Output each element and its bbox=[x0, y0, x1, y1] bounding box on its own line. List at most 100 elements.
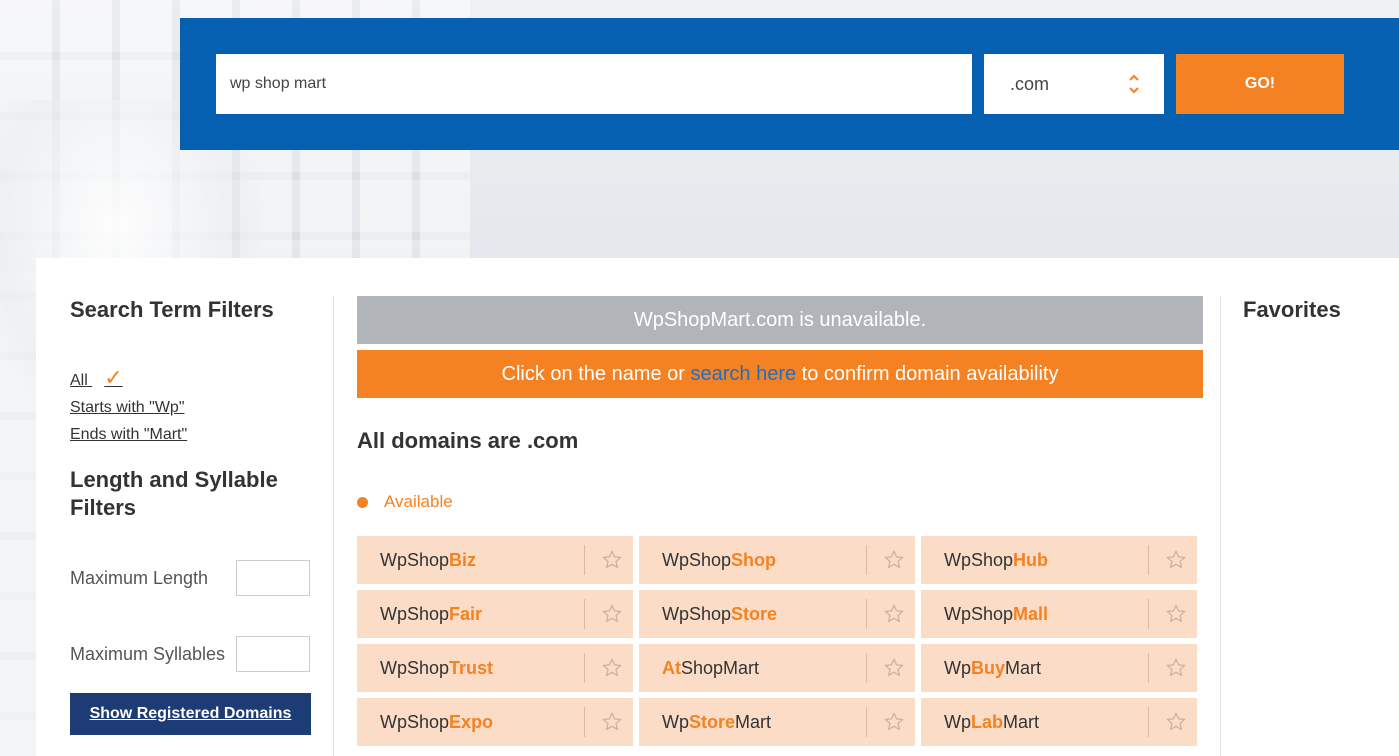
star-outline-icon[interactable] bbox=[1163, 547, 1189, 573]
max-syllables-label: Maximum Syllables bbox=[70, 643, 226, 664]
star-outline-icon[interactable] bbox=[599, 709, 625, 735]
domain-name-highlight: Hub bbox=[1013, 549, 1049, 570]
divider bbox=[866, 653, 867, 683]
length-syllable-filters-title: Length and Syllable Filters bbox=[70, 467, 278, 520]
domain-name-link[interactable]: WpShopStore bbox=[639, 604, 915, 625]
search-panel: wp shop mart .com GO! bbox=[180, 18, 1399, 150]
go-button[interactable]: GO! bbox=[1176, 54, 1344, 114]
filter-ends-with-link[interactable]: Ends with "Mart" bbox=[70, 421, 187, 448]
max-syllables-row: Maximum Syllables bbox=[70, 636, 310, 672]
star-outline-icon[interactable] bbox=[1163, 601, 1189, 627]
domain-name-link[interactable]: WpShopShop bbox=[639, 550, 915, 571]
divider bbox=[584, 599, 585, 629]
unavailable-banner: WpShopMart.com is unavailable. bbox=[357, 296, 1203, 344]
domain-name-link[interactable]: WpShopBiz bbox=[357, 550, 633, 571]
domain-name-link[interactable]: WpLabMart bbox=[921, 712, 1197, 733]
domain-name-link[interactable]: WpShopHub bbox=[921, 550, 1197, 571]
star-outline-icon[interactable] bbox=[599, 547, 625, 573]
domains-title: All domains are .com bbox=[357, 428, 579, 453]
divider bbox=[1148, 653, 1149, 683]
domain-name-prefix: Wp bbox=[662, 711, 689, 732]
search-term-filter-list: All ✓ Starts with "Wp" Ends with "Mart" bbox=[70, 364, 187, 448]
star-outline-icon[interactable] bbox=[1163, 655, 1189, 681]
domain-result-item[interactable]: AtShopMart bbox=[639, 644, 915, 692]
star-outline-icon[interactable] bbox=[599, 601, 625, 627]
domain-name-prefix: WpShop bbox=[944, 603, 1014, 624]
filter-all-label: All bbox=[70, 372, 88, 389]
domain-name-link[interactable]: WpShopMall bbox=[921, 604, 1197, 625]
domain-name-highlight: Shop bbox=[731, 549, 777, 570]
star-outline-icon[interactable] bbox=[881, 655, 907, 681]
tld-select-value: .com bbox=[1010, 73, 1050, 94]
search-term-filters-title: Search Term Filters bbox=[70, 297, 274, 322]
domain-name-link[interactable]: WpShopFair bbox=[357, 604, 633, 625]
show-registered-domains-button[interactable]: Show Registered Domains bbox=[70, 693, 311, 735]
chevron-up-down-icon bbox=[1128, 73, 1140, 95]
confirm-text-post: to confirm domain availability bbox=[796, 362, 1059, 385]
domain-result-item[interactable]: WpShopHub bbox=[921, 536, 1197, 584]
tld-select[interactable]: .com bbox=[984, 54, 1164, 114]
star-outline-icon[interactable] bbox=[881, 601, 907, 627]
legend-available-label: Available bbox=[384, 492, 453, 511]
domain-name-highlight: Mall bbox=[1013, 603, 1049, 624]
domain-name-prefix: WpShop bbox=[662, 549, 732, 570]
max-length-row: Maximum Length bbox=[70, 560, 310, 596]
star-outline-icon[interactable] bbox=[1163, 709, 1189, 735]
domain-result-item[interactable]: WpShopExpo bbox=[357, 698, 633, 746]
domain-result-item[interactable]: WpShopBiz bbox=[357, 536, 633, 584]
domain-name-link[interactable]: WpShopExpo bbox=[357, 712, 633, 733]
divider bbox=[866, 545, 867, 575]
domain-result-item[interactable]: WpShopFair bbox=[357, 590, 633, 638]
domain-name-suffix: Mart bbox=[735, 711, 772, 732]
domain-name-link[interactable]: WpStoreMart bbox=[639, 712, 915, 733]
domain-name-suffix: Mart bbox=[1005, 657, 1042, 678]
domain-name-highlight: Trust bbox=[449, 657, 494, 678]
domain-grid: WpShopBiz WpShopShop WpShopHub WpShopFair Wp… bbox=[357, 536, 1203, 746]
max-length-input[interactable] bbox=[236, 560, 310, 596]
domain-name-prefix: WpShop bbox=[380, 549, 450, 570]
domain-result-item[interactable]: WpShopStore bbox=[639, 590, 915, 638]
domain-name-prefix: WpShop bbox=[662, 603, 732, 624]
domain-name-highlight: Fair bbox=[449, 603, 483, 624]
star-outline-icon[interactable] bbox=[599, 655, 625, 681]
filter-all-link[interactable]: All ✓ bbox=[70, 364, 187, 394]
domain-name-prefix: WpShop bbox=[380, 657, 450, 678]
divider bbox=[584, 707, 585, 737]
domain-name-link[interactable]: WpBuyMart bbox=[921, 658, 1197, 679]
star-outline-icon[interactable] bbox=[881, 547, 907, 573]
domain-name-prefix: WpShop bbox=[380, 711, 450, 732]
divider bbox=[1148, 707, 1149, 737]
divider bbox=[1148, 599, 1149, 629]
domain-name-link[interactable]: WpShopTrust bbox=[357, 658, 633, 679]
favorites-sidebar: Favorites bbox=[1220, 296, 1399, 756]
search-here-link[interactable]: search here bbox=[691, 363, 797, 386]
domain-result-item[interactable]: WpShopTrust bbox=[357, 644, 633, 692]
availability-legend: Available bbox=[357, 492, 1203, 512]
domain-name-highlight: Buy bbox=[971, 657, 1006, 678]
domain-name-link[interactable]: AtShopMart bbox=[639, 658, 915, 679]
domain-name-suffix: ShopMart bbox=[681, 657, 760, 678]
star-outline-icon[interactable] bbox=[881, 709, 907, 735]
domain-name-highlight: Expo bbox=[449, 711, 494, 732]
domain-name-highlight: Store bbox=[731, 603, 778, 624]
confirm-text-pre: Click on the name or bbox=[501, 362, 691, 385]
divider bbox=[1148, 545, 1149, 575]
domain-result-item[interactable]: WpBuyMart bbox=[921, 644, 1197, 692]
max-syllables-input[interactable] bbox=[236, 636, 310, 672]
domain-result-item[interactable]: WpShopMall bbox=[921, 590, 1197, 638]
domain-name-highlight: Biz bbox=[449, 549, 477, 570]
domain-result-item[interactable]: WpShopShop bbox=[639, 536, 915, 584]
domain-name-suffix: Mart bbox=[1003, 711, 1040, 732]
confirm-banner: Click on the name or search here to conf… bbox=[357, 350, 1203, 398]
domain-result-item[interactable]: WpStoreMart bbox=[639, 698, 915, 746]
favorites-title: Favorites bbox=[1243, 297, 1341, 322]
domain-name-prefix: Wp bbox=[944, 657, 971, 678]
domain-name-highlight: Lab bbox=[971, 711, 1004, 732]
filter-starts-with-link[interactable]: Starts with "Wp" bbox=[70, 394, 187, 421]
divider bbox=[866, 707, 867, 737]
domain-name-prefix: Wp bbox=[944, 711, 971, 732]
domain-name-highlight: Store bbox=[689, 711, 736, 732]
divider bbox=[584, 653, 585, 683]
domain-result-item[interactable]: WpLabMart bbox=[921, 698, 1197, 746]
search-input[interactable]: wp shop mart bbox=[216, 54, 972, 114]
